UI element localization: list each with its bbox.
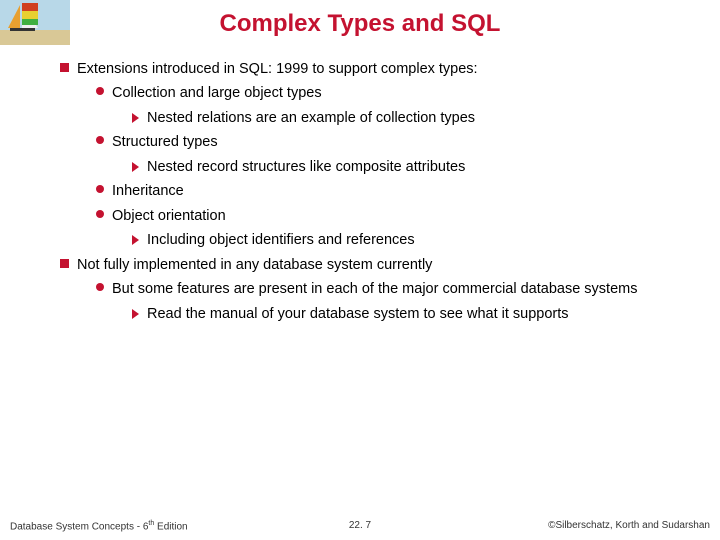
bullet-text: Including object identifiers and referen…	[147, 229, 690, 251]
slide-title: Complex Types and SQL	[0, 0, 720, 58]
bullet-l1: Not fully implemented in any database sy…	[60, 254, 690, 276]
bullet-l3: Including object identifiers and referen…	[60, 229, 690, 251]
bullet-l2: Collection and large object types	[60, 82, 690, 104]
bullet-l1: Extensions introduced in SQL: 1999 to su…	[60, 58, 690, 80]
bullet-text: Nested record structures like composite …	[147, 156, 690, 178]
bullet-text: Inheritance	[112, 180, 690, 202]
footer-text: Database System Concepts - 6	[10, 521, 148, 532]
bullet-text: Collection and large object types	[112, 82, 690, 104]
arrow-bullet-icon	[132, 235, 139, 245]
bullet-text: Object orientation	[112, 205, 690, 227]
square-bullet-icon	[60, 259, 69, 268]
footer-text: Edition	[154, 521, 187, 532]
footer-left: Database System Concepts - 6th Edition	[10, 520, 243, 532]
bullet-l3: Read the manual of your database system …	[60, 303, 690, 325]
slide-content: Extensions introduced in SQL: 1999 to su…	[0, 58, 720, 325]
circle-bullet-icon	[96, 185, 104, 193]
bullet-text: Read the manual of your database system …	[147, 303, 690, 325]
bullet-text: Not fully implemented in any database sy…	[77, 254, 690, 276]
arrow-bullet-icon	[132, 113, 139, 123]
arrow-bullet-icon	[132, 309, 139, 319]
footer-right: ©Silberschatz, Korth and Sudarshan	[477, 520, 710, 532]
arrow-bullet-icon	[132, 162, 139, 172]
bullet-l3: Nested record structures like composite …	[60, 156, 690, 178]
bullet-text: But some features are present in each of…	[112, 278, 690, 300]
bullet-text: Extensions introduced in SQL: 1999 to su…	[77, 58, 690, 80]
circle-bullet-icon	[96, 87, 104, 95]
bullet-text: Structured types	[112, 131, 690, 153]
square-bullet-icon	[60, 63, 69, 72]
circle-bullet-icon	[96, 136, 104, 144]
bullet-text: Nested relations are an example of colle…	[147, 107, 690, 129]
bullet-l2: Structured types	[60, 131, 690, 153]
bullet-l3: Nested relations are an example of colle…	[60, 107, 690, 129]
circle-bullet-icon	[96, 210, 104, 218]
bullet-l2: Inheritance	[60, 180, 690, 202]
footer-center: 22. 7	[243, 520, 476, 532]
bullet-l2: Object orientation	[60, 205, 690, 227]
slide-footer: Database System Concepts - 6th Edition 2…	[0, 520, 720, 532]
circle-bullet-icon	[96, 283, 104, 291]
sailboat-logo	[0, 0, 70, 45]
bullet-l2: But some features are present in each of…	[60, 278, 690, 300]
